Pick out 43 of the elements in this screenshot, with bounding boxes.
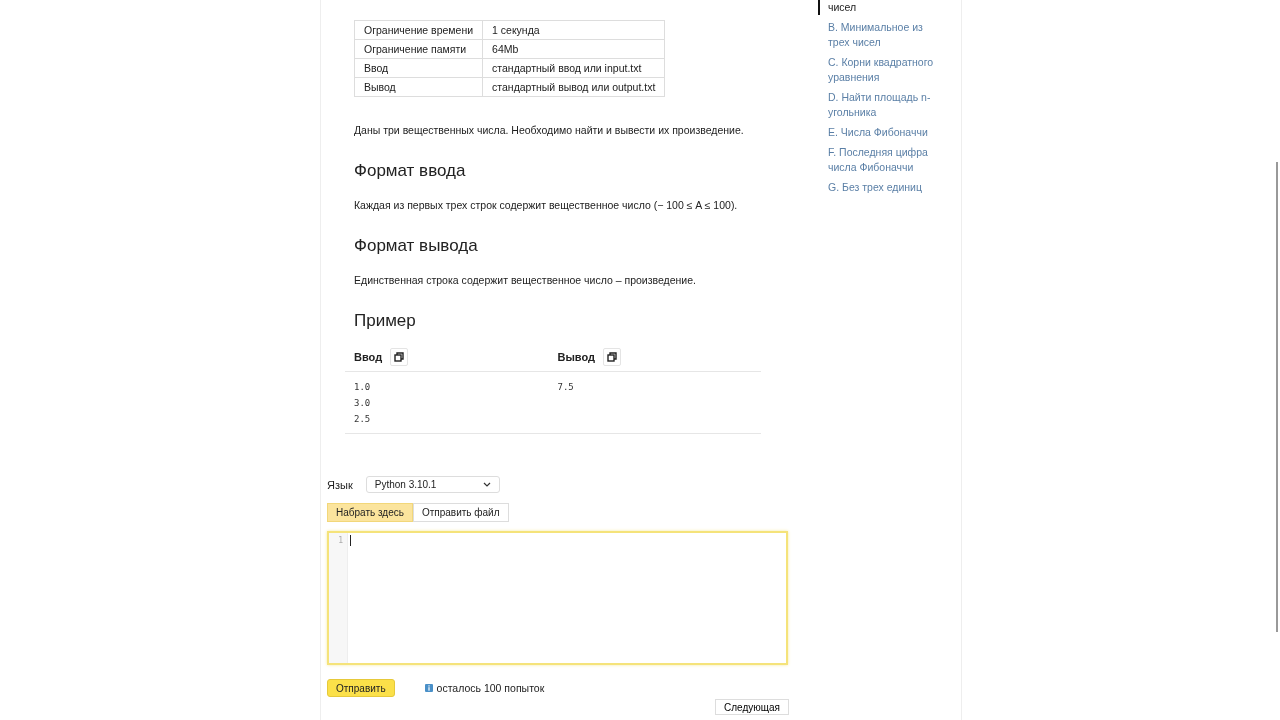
problem-link[interactable]: чисел xyxy=(818,0,938,15)
chevron-icon xyxy=(482,482,491,487)
sample-line: 3.0 xyxy=(354,397,372,410)
sample-line: 2.5 xyxy=(354,413,372,426)
editor-tab[interactable]: Отправить файл xyxy=(412,503,509,522)
column-heading: Ввод xyxy=(354,351,383,363)
language-dropdown[interactable]: Python 3.10.1 xyxy=(365,476,500,493)
problem-statement: Даны три вещественных числа. Необходимо найти и вывести их произведение. xyxy=(354,123,745,137)
table-cell: 64Mb xyxy=(482,39,665,59)
copy-button[interactable] xyxy=(390,348,409,366)
column-heading: Вывод xyxy=(557,351,595,363)
sample-line: 7.5 xyxy=(557,381,575,394)
text-caret xyxy=(350,535,351,546)
info-icon xyxy=(424,684,433,692)
copy-icon xyxy=(607,352,617,362)
copy-button[interactable] xyxy=(603,348,621,366)
next-button[interactable]: Следующая xyxy=(715,699,789,715)
problem-link[interactable]: C. Корни квадратного уравнения xyxy=(818,55,938,85)
submit-button[interactable]: Отправить xyxy=(327,679,395,697)
problem-link[interactable]: E. Числа Фибоначчи xyxy=(818,125,938,140)
sample-line: 1.0 xyxy=(354,381,372,394)
table-cell: 1 секунда xyxy=(482,20,665,40)
table-cell: стандартный вывод или output.txt xyxy=(482,77,665,97)
problem-link[interactable]: B. Минимальное из трех чисел xyxy=(818,20,938,50)
section-heading: Формат вывода xyxy=(354,235,479,257)
editor-tab[interactable]: Набрать здесь xyxy=(327,503,413,522)
section-text: Единственная строка содержит вещественное число – произведение. xyxy=(354,273,697,287)
problem-link[interactable]: D. Найти площадь n-угольника xyxy=(818,90,938,120)
table-cell: Ограничение времени xyxy=(354,20,483,40)
table-cell: Вывод xyxy=(354,77,483,97)
problem-link[interactable]: G. Без трех единиц xyxy=(818,180,938,195)
table-cell: Ввод xyxy=(354,58,483,78)
scrollbar[interactable] xyxy=(1276,162,1278,632)
line-number: 1 xyxy=(337,536,343,545)
problem-link[interactable]: F. Последняя цифра числа Фибоначчи xyxy=(818,145,938,175)
section-text: Каждая из первых трех строк содержит вещественное число (− 100 ≤ A ≤ 100). xyxy=(354,198,739,212)
section-heading: Пример xyxy=(354,310,417,332)
copy-icon xyxy=(394,352,405,362)
table-cell: стандартный ввод или input.txt xyxy=(482,58,665,78)
attempts-text: осталось 100 попыток xyxy=(436,682,545,694)
language-label: Язык xyxy=(327,478,353,491)
table-cell: Ограничение памяти xyxy=(354,39,483,59)
section-heading: Формат ввода xyxy=(354,160,467,182)
